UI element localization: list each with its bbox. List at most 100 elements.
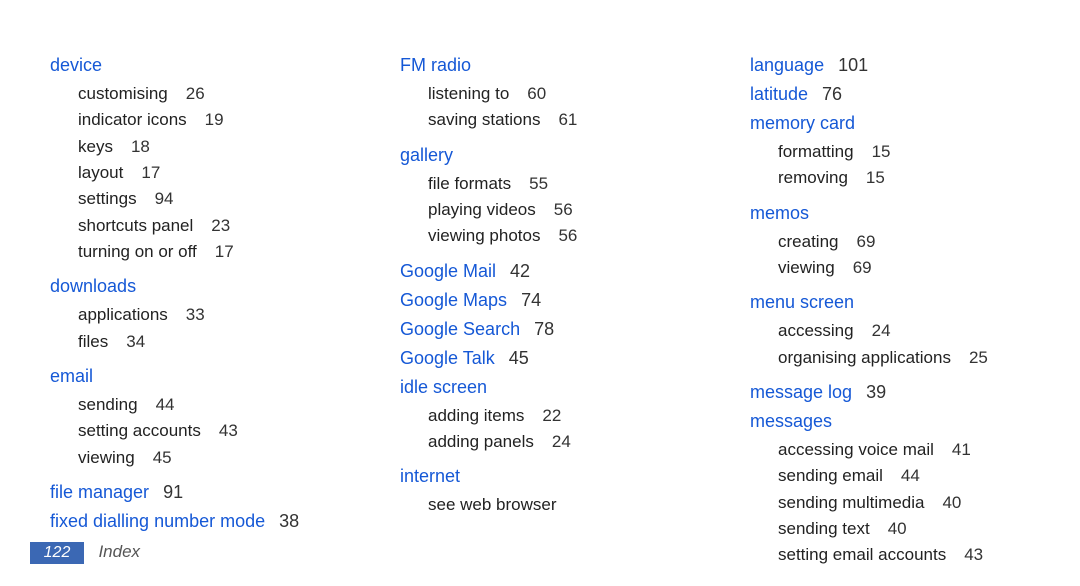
index-subentry[interactable]: accessing voice mail 41: [778, 437, 1030, 463]
index-page-ref: 76: [822, 84, 842, 104]
index-subentry[interactable]: viewing photos56: [428, 223, 680, 249]
index-subentry-label: sending email: [778, 466, 883, 485]
index-subentry[interactable]: indicator icons 19: [78, 107, 330, 133]
index-subentry[interactable]: viewing45: [78, 445, 330, 471]
index-topic-label: file manager: [50, 482, 149, 502]
index-subentry-label: layout: [78, 163, 123, 182]
index-subentry-label: setting accounts: [78, 421, 201, 440]
index-page-ref: 94: [155, 189, 174, 208]
index-topic[interactable]: internet: [400, 463, 680, 490]
index-subentry[interactable]: sending text 40: [778, 516, 1030, 542]
index-topic[interactable]: messages: [750, 408, 1030, 435]
index-subentry[interactable]: viewing69: [778, 255, 1030, 281]
index-page-ref: 56: [554, 200, 573, 219]
index-page-ref: 44: [156, 395, 175, 414]
index-subentry[interactable]: setting accounts 43: [78, 418, 330, 444]
index-topic[interactable]: message log 39: [750, 379, 1030, 406]
index-subentry-label: sending multimedia: [778, 493, 924, 512]
index-subentry-label: sending: [78, 395, 138, 414]
index-topic-label: messages: [750, 411, 832, 431]
page-number-tab: 122: [30, 542, 84, 564]
index-subentry[interactable]: settings94: [78, 186, 330, 212]
index-page-ref: 39: [866, 382, 886, 402]
index-topic[interactable]: latitude76: [750, 81, 1030, 108]
index-topic[interactable]: memos: [750, 200, 1030, 227]
index-page-ref: 15: [872, 142, 891, 161]
index-page-ref: 55: [529, 174, 548, 193]
index-subentry[interactable]: accessing24: [778, 318, 1030, 344]
index-subentry-label: sending text: [778, 519, 870, 538]
index-subentry[interactable]: turning on or off17: [78, 239, 330, 265]
index-subentry[interactable]: sending multimedia 40: [778, 490, 1030, 516]
index-page-ref: 40: [942, 493, 961, 512]
index-topic-label: gallery: [400, 145, 453, 165]
index-topic[interactable]: device: [50, 52, 330, 79]
index-subentry[interactable]: applications33: [78, 302, 330, 328]
index-subentry-label: adding items: [428, 406, 524, 425]
index-page-ref: 91: [163, 482, 183, 502]
index-page-ref: 44: [901, 466, 920, 485]
index-subentry-label: accessing: [778, 321, 854, 340]
index-topic[interactable]: gallery: [400, 142, 680, 169]
index-page-ref: 41: [952, 440, 971, 459]
index-subentry[interactable]: files 34: [78, 329, 330, 355]
index-subentry-label: creating: [778, 232, 838, 251]
index-subentry[interactable]: listening to60: [428, 81, 680, 107]
index-topic[interactable]: downloads: [50, 273, 330, 300]
index-subentry[interactable]: sending 44: [78, 392, 330, 418]
index-topic[interactable]: fixed dialling number mode38: [50, 508, 330, 535]
index-page-ref: 43: [219, 421, 238, 440]
index-subentry[interactable]: sending email 44: [778, 463, 1030, 489]
index-page-ref: 45: [509, 348, 529, 368]
index-column-2: FM radiolistening to60saving stations61 g…: [400, 50, 680, 569]
index-gap: [50, 471, 330, 477]
index-subentry[interactable]: keys18: [78, 134, 330, 160]
index-topic-label: idle screen: [400, 377, 487, 397]
index-topic[interactable]: Google Mail42: [400, 258, 680, 285]
index-topic[interactable]: menu screen: [750, 289, 1030, 316]
index-topic[interactable]: language101: [750, 52, 1030, 79]
index-topic[interactable]: idle screen: [400, 374, 680, 401]
index-gap: [750, 281, 1030, 287]
index-subentry-label: accessing voice mail: [778, 440, 934, 459]
index-subentry[interactable]: creating 69: [778, 229, 1030, 255]
index-subentry[interactable]: saving stations61: [428, 107, 680, 133]
index-subentry[interactable]: shortcuts panel23: [78, 213, 330, 239]
index-subentry[interactable]: organising applications25: [778, 345, 1030, 371]
index-gap: [750, 192, 1030, 198]
index-page-ref: 78: [534, 319, 554, 339]
index-subentry[interactable]: formatting15: [778, 139, 1030, 165]
index-topic[interactable]: memory card: [750, 110, 1030, 137]
index-page-ref: 22: [542, 406, 561, 425]
index-page-ref: 15: [866, 168, 885, 187]
index-subentry[interactable]: removing15: [778, 165, 1030, 191]
index-subentry[interactable]: adding panels24: [428, 429, 680, 455]
index-topic-label: Google Maps: [400, 290, 507, 310]
index-topic-label: memory card: [750, 113, 855, 133]
index-subentry[interactable]: file formats55: [428, 171, 680, 197]
index-subentry-label: indicator icons: [78, 110, 187, 129]
index-page-ref: 40: [888, 519, 907, 538]
index-subentry[interactable]: customising 26: [78, 81, 330, 107]
index-subentry-label: shortcuts panel: [78, 216, 193, 235]
index-page-ref: 34: [126, 332, 145, 351]
index-subentry-label: customising: [78, 84, 168, 103]
index-page-ref: 26: [186, 84, 205, 103]
index-page-ref: 25: [969, 348, 988, 367]
index-topic-label: memos: [750, 203, 809, 223]
index-topic[interactable]: Google Talk45: [400, 345, 680, 372]
index-topic[interactable]: email: [50, 363, 330, 390]
index-topic-label: message log: [750, 382, 852, 402]
index-subentry-label: files: [78, 332, 108, 351]
index-topic-label: Google Mail: [400, 261, 496, 281]
index-page-ref: 17: [141, 163, 160, 182]
index-topic[interactable]: file manager 91: [50, 479, 330, 506]
index-topic[interactable]: Google Maps74: [400, 287, 680, 314]
index-subentry[interactable]: layout 17: [78, 160, 330, 186]
index-topic[interactable]: Google Search78: [400, 316, 680, 343]
index-subentry[interactable]: adding items 22: [428, 403, 680, 429]
index-topic[interactable]: FM radio: [400, 52, 680, 79]
index-page-ref: 19: [205, 110, 224, 129]
index-page-ref: 69: [856, 232, 875, 251]
index-subentry[interactable]: playing videos56: [428, 197, 680, 223]
